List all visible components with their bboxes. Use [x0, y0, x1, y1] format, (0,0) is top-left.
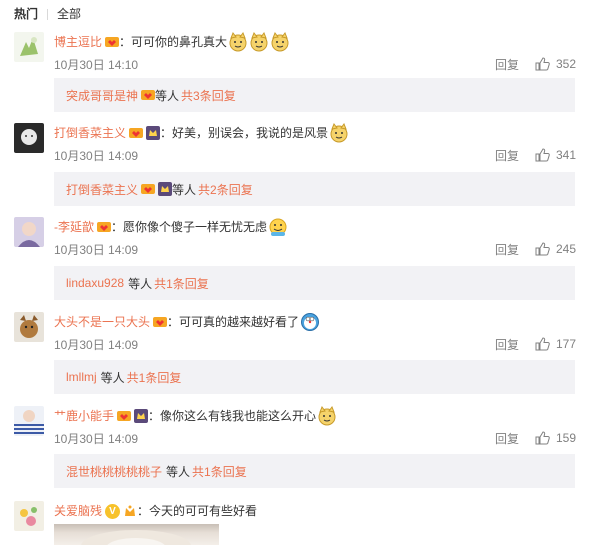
- fan-badge-icon: [153, 315, 168, 329]
- fan-badge-icon: [129, 126, 144, 140]
- username[interactable]: 关爱脑残: [54, 503, 102, 519]
- fan-badge-icon: [141, 88, 156, 102]
- tab-divider: [47, 8, 49, 20]
- doge-emoji-icon: [249, 31, 269, 52]
- doraemon-emoji-icon: [300, 312, 320, 332]
- comment-tabs: 热门 全部: [14, 4, 81, 24]
- like-button[interactable]: 352: [535, 57, 576, 71]
- username[interactable]: 艹鹿小能手: [54, 408, 114, 424]
- thumbs-up-icon: [535, 431, 550, 445]
- reply-count-link[interactable]: 共1条回复: [192, 463, 247, 480]
- vip-badge-icon: [123, 504, 137, 518]
- like-button[interactable]: 245: [535, 242, 576, 256]
- avatar[interactable]: [14, 312, 44, 342]
- reply-button[interactable]: 回复: [495, 430, 519, 447]
- like-count: 159: [555, 431, 576, 445]
- thumbs-up-icon: [535, 337, 550, 351]
- thumbs-up-icon: [535, 57, 550, 71]
- tab-hot[interactable]: 热门: [14, 6, 38, 22]
- member-badge-icon: [134, 409, 149, 423]
- comment-text: ：像你这么有钱我也能这么开心: [148, 409, 317, 423]
- reply-button[interactable]: 回复: [495, 241, 519, 258]
- reply-summary[interactable]: 打倒香菜主义 等人 共2条回复: [54, 172, 575, 206]
- comment-time: 10月30日 14:09: [54, 148, 139, 163]
- reply-count-link[interactable]: 共3条回复: [181, 87, 236, 104]
- thumbs-up-icon: [535, 148, 550, 162]
- reply-others-text: 等人: [172, 182, 197, 197]
- comment-text: ：今天的可可有些好看: [137, 504, 258, 518]
- comment-time: 10月30日 14:10: [54, 57, 139, 72]
- like-count: 177: [555, 337, 576, 351]
- reply-summary[interactable]: lmllmj 等人 共1条回复: [54, 360, 575, 394]
- reply-user-link[interactable]: lmllmj: [66, 370, 97, 384]
- member-badge-icon: [146, 126, 161, 140]
- comment-time: 10月30日 14:09: [54, 337, 139, 352]
- reply-count-link[interactable]: 共1条回复: [127, 369, 182, 386]
- username[interactable]: 打倒香菜主义: [54, 125, 126, 141]
- avatar[interactable]: [14, 501, 44, 531]
- reply-user-link[interactable]: 混世桃桃桃桃桃子: [66, 463, 162, 480]
- reply-user-link[interactable]: 打倒香菜主义: [66, 181, 138, 198]
- verified-badge-icon: V: [105, 503, 121, 519]
- reply-button[interactable]: 回复: [495, 336, 519, 353]
- like-count: 341: [555, 148, 576, 162]
- reply-user-link[interactable]: 突成哥哥是神: [66, 87, 138, 104]
- fan-badge-icon: [141, 182, 156, 196]
- doge-emoji-icon: [228, 31, 248, 52]
- doge-emoji-icon: [317, 405, 337, 426]
- like-count: 245: [555, 242, 576, 256]
- fan-badge-icon: [97, 220, 111, 234]
- avatar[interactable]: [14, 217, 44, 247]
- comment-text: ：可可真的越来越好看了: [167, 315, 300, 329]
- thumbs-up-icon: [535, 242, 550, 256]
- comment-text: ：愿你像个傻子一样无忧无虑: [111, 220, 268, 234]
- reply-button[interactable]: 回复: [495, 56, 519, 73]
- smile-emoji-icon: [268, 217, 288, 237]
- like-count: 352: [555, 57, 576, 71]
- member-badge-icon: [158, 182, 173, 196]
- reply-button[interactable]: 回复: [495, 147, 519, 164]
- tab-all[interactable]: 全部: [57, 6, 81, 22]
- reply-others-text: 等人: [128, 276, 153, 291]
- comment-time: 10月30日 14:09: [54, 242, 139, 257]
- reply-others-text: 等人: [155, 88, 180, 103]
- reply-summary[interactable]: 混世桃桃桃桃桃子 等人 共1条回复: [54, 454, 575, 488]
- comment-text: ：可可你的鼻孔真大: [119, 35, 228, 49]
- like-button[interactable]: 177: [535, 337, 576, 351]
- avatar[interactable]: [14, 123, 44, 153]
- comment-text: ：好美，别误会，我说的是风景: [160, 126, 329, 140]
- comment-time: 10月30日 14:09: [54, 431, 139, 446]
- username[interactable]: 大头不是一只大头: [54, 314, 150, 330]
- like-button[interactable]: 341: [535, 148, 576, 162]
- reply-others-text: 等人: [100, 370, 125, 385]
- avatar[interactable]: [14, 32, 44, 62]
- fan-badge-icon: [117, 409, 132, 423]
- reply-user-link[interactable]: lindaxu928: [66, 276, 124, 290]
- reply-count-link[interactable]: 共1条回复: [154, 275, 209, 292]
- username[interactable]: -李延歆: [54, 219, 94, 235]
- like-button[interactable]: 159: [535, 431, 576, 445]
- doge-emoji-icon: [270, 31, 290, 52]
- doge-emoji-icon: [329, 122, 349, 143]
- reply-summary[interactable]: 突成哥哥是神 等人 共3条回复: [54, 78, 575, 112]
- username[interactable]: 博主逗比: [54, 34, 102, 50]
- reply-summary[interactable]: lindaxu928 等人 共1条回复: [54, 266, 575, 300]
- reply-others-text: 等人: [166, 464, 191, 479]
- comment-image[interactable]: [54, 524, 219, 545]
- fan-badge-icon: [105, 35, 120, 49]
- reply-count-link[interactable]: 共2条回复: [198, 181, 253, 198]
- avatar[interactable]: [14, 406, 44, 436]
